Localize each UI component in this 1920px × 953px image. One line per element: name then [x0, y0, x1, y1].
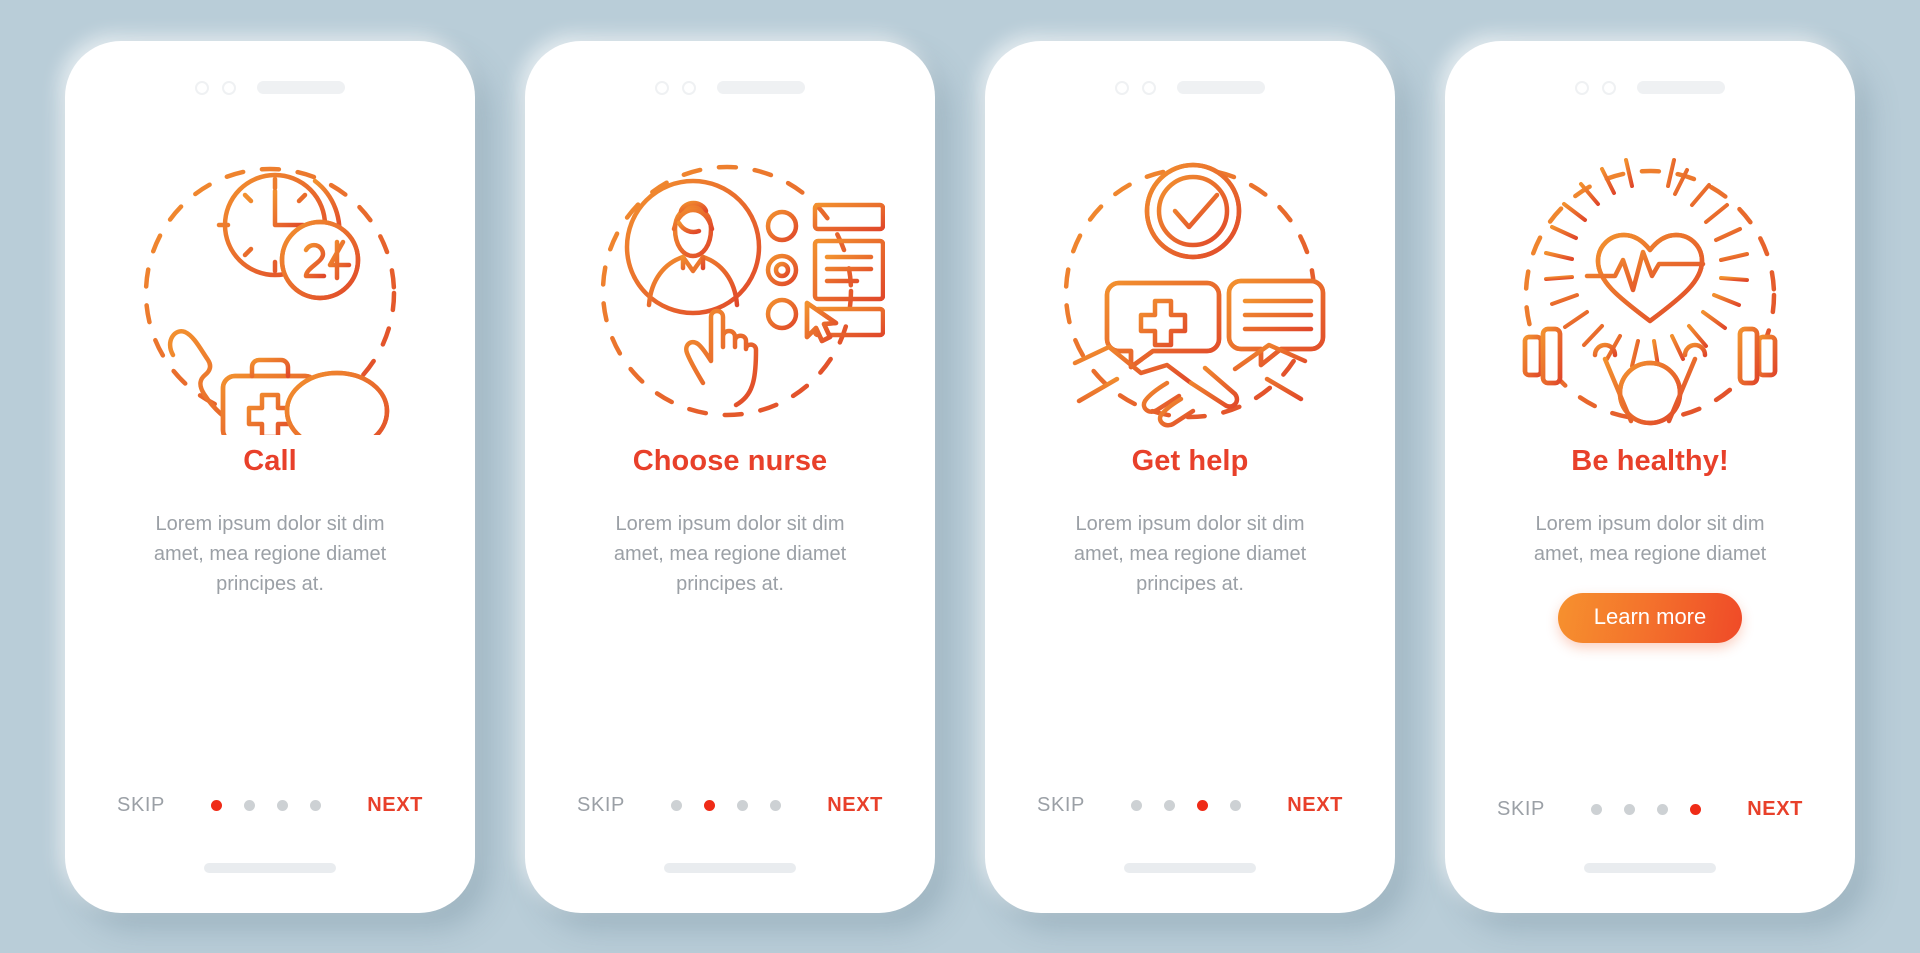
- step-dot-1[interactable]: [671, 799, 683, 811]
- phone-frame-call: Call Lorem ipsum dolor sit dim amet, mea…: [65, 40, 475, 913]
- skip-button[interactable]: SKIP: [117, 794, 165, 817]
- page-title: Be healthy!: [1571, 444, 1729, 477]
- sensor-icon: [1602, 80, 1616, 95]
- phone-notch: [539, 80, 921, 95]
- camera-icon: [195, 80, 209, 95]
- skip-button[interactable]: SKIP: [1497, 798, 1545, 821]
- step-indicator: [1591, 803, 1702, 815]
- step-dot-2[interactable]: [244, 799, 256, 811]
- page-title: Get help: [1131, 444, 1249, 477]
- step-dot-3[interactable]: [737, 799, 749, 811]
- next-button[interactable]: NEXT: [827, 794, 883, 817]
- step-dot-4[interactable]: [1230, 799, 1242, 811]
- speaker-grill: [1177, 81, 1265, 94]
- step-indicator: [671, 799, 782, 811]
- page-title: Call: [243, 444, 297, 477]
- step-indicator: [1131, 799, 1242, 811]
- choose-nurse-icon: [575, 143, 885, 435]
- phone-notch: [1459, 80, 1841, 95]
- step-dot-4[interactable]: [310, 799, 322, 811]
- skip-button[interactable]: SKIP: [1037, 794, 1085, 817]
- phone-notch: [999, 80, 1381, 95]
- onboarding-footer: SKIP NEXT: [79, 794, 461, 817]
- home-indicator: [664, 862, 796, 873]
- page-title: Choose nurse: [632, 444, 828, 477]
- onboarding-screens-stage: Call Lorem ipsum dolor sit dim amet, mea…: [0, 0, 1920, 953]
- home-indicator: [204, 862, 336, 873]
- screen-get-help: Get help Lorem ipsum dolor sit dim amet,…: [999, 54, 1381, 899]
- next-button[interactable]: NEXT: [367, 794, 423, 817]
- speaker-grill: [717, 81, 805, 94]
- page-description: Lorem ipsum dolor sit dim amet, mea regi…: [1073, 512, 1307, 595]
- step-dot-3[interactable]: [1657, 803, 1669, 815]
- camera-icon: [655, 80, 669, 95]
- speaker-grill: [1637, 81, 1725, 94]
- step-dot-4[interactable]: [1690, 803, 1702, 815]
- phone-frame-choose-nurse: Choose nurse Lorem ipsum dolor sit dim a…: [525, 40, 935, 913]
- sensor-icon: [222, 80, 236, 95]
- screen-be-healthy: Be healthy! Lorem ipsum dolor sit dim am…: [1459, 54, 1841, 899]
- step-dot-2[interactable]: [1624, 803, 1636, 815]
- phone-frame-get-help: Get help Lorem ipsum dolor sit dim amet,…: [985, 40, 1395, 913]
- step-dot-2[interactable]: [704, 799, 716, 811]
- be-healthy-icon: [1495, 143, 1805, 435]
- next-button[interactable]: NEXT: [1287, 794, 1343, 817]
- get-help-icon: [1035, 143, 1345, 435]
- learn-more-button[interactable]: Learn more: [1557, 592, 1743, 643]
- screen-choose-nurse: Choose nurse Lorem ipsum dolor sit dim a…: [539, 54, 921, 899]
- step-indicator: [211, 799, 322, 811]
- step-dot-4[interactable]: [770, 799, 782, 811]
- speaker-grill: [257, 81, 345, 94]
- step-dot-2[interactable]: [1164, 799, 1176, 811]
- step-dot-3[interactable]: [1197, 799, 1209, 811]
- camera-icon: [1575, 80, 1589, 95]
- sensor-icon: [1142, 80, 1156, 95]
- screen-call: Call Lorem ipsum dolor sit dim amet, mea…: [79, 54, 461, 899]
- page-description: Lorem ipsum dolor sit dim amet, mea regi…: [613, 512, 847, 595]
- skip-button[interactable]: SKIP: [577, 794, 625, 817]
- call-support-icon: [115, 143, 425, 435]
- onboarding-footer: SKIP NEXT: [999, 794, 1381, 817]
- step-dot-1[interactable]: [1591, 803, 1603, 815]
- next-button[interactable]: NEXT: [1747, 798, 1803, 821]
- step-dot-3[interactable]: [277, 799, 289, 811]
- step-dot-1[interactable]: [1131, 799, 1143, 811]
- page-description: Lorem ipsum dolor sit dim amet, mea regi…: [1533, 512, 1767, 565]
- step-dot-1[interactable]: [211, 799, 223, 811]
- home-indicator: [1124, 862, 1256, 873]
- phone-notch: [79, 80, 461, 95]
- phone-frame-be-healthy: Be healthy! Lorem ipsum dolor sit dim am…: [1445, 40, 1855, 913]
- home-indicator: [1584, 862, 1716, 873]
- camera-icon: [1115, 80, 1129, 95]
- onboarding-footer: SKIP NEXT: [1459, 798, 1841, 821]
- page-description: Lorem ipsum dolor sit dim amet, mea regi…: [153, 512, 387, 595]
- onboarding-footer: SKIP NEXT: [539, 794, 921, 817]
- sensor-icon: [682, 80, 696, 95]
